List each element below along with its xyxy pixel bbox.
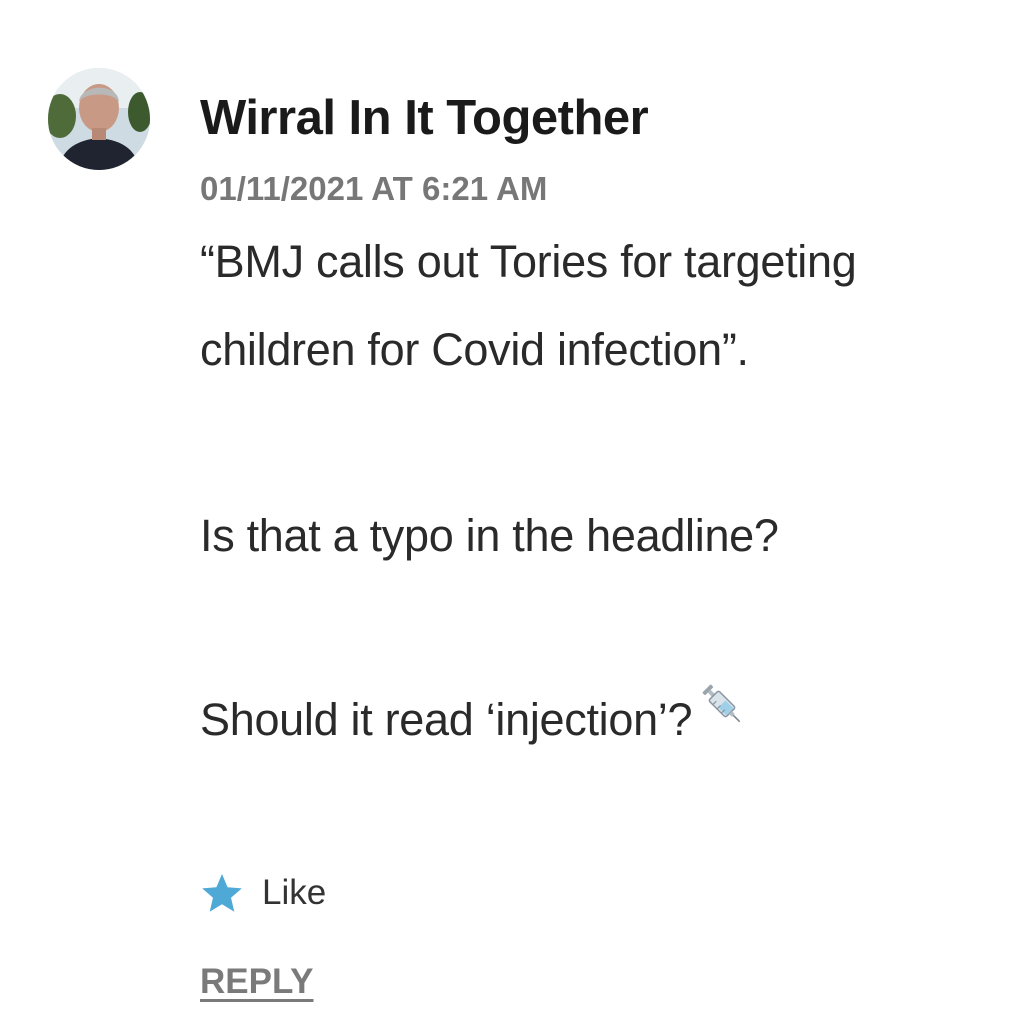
comment-author[interactable]: Wirral In It Together: [200, 90, 649, 146]
star-icon: [202, 874, 242, 912]
avatar[interactable]: [48, 68, 150, 170]
comment-paragraph-with-emoji: Should it read ‘injection’?: [200, 676, 1000, 767]
avatar-photo: [48, 68, 150, 170]
comment-timestamp[interactable]: 01/11/2021 AT 6:21 AM: [200, 170, 547, 208]
like-button[interactable]: Like: [200, 868, 326, 918]
comment-paragraph-text: Should it read ‘injection’?: [200, 694, 693, 745]
syringe-icon: [696, 671, 748, 759]
like-label: Like: [262, 873, 327, 912]
comment: Wirral In It Together 01/11/2021 AT 6:21…: [0, 0, 1020, 1023]
reply-link[interactable]: REPLY: [200, 962, 313, 1002]
comment-paragraph: “BMJ calls out Tories for targeting chil…: [200, 236, 857, 375]
comment-paragraph: Is that a typo in the headline?: [200, 510, 779, 561]
